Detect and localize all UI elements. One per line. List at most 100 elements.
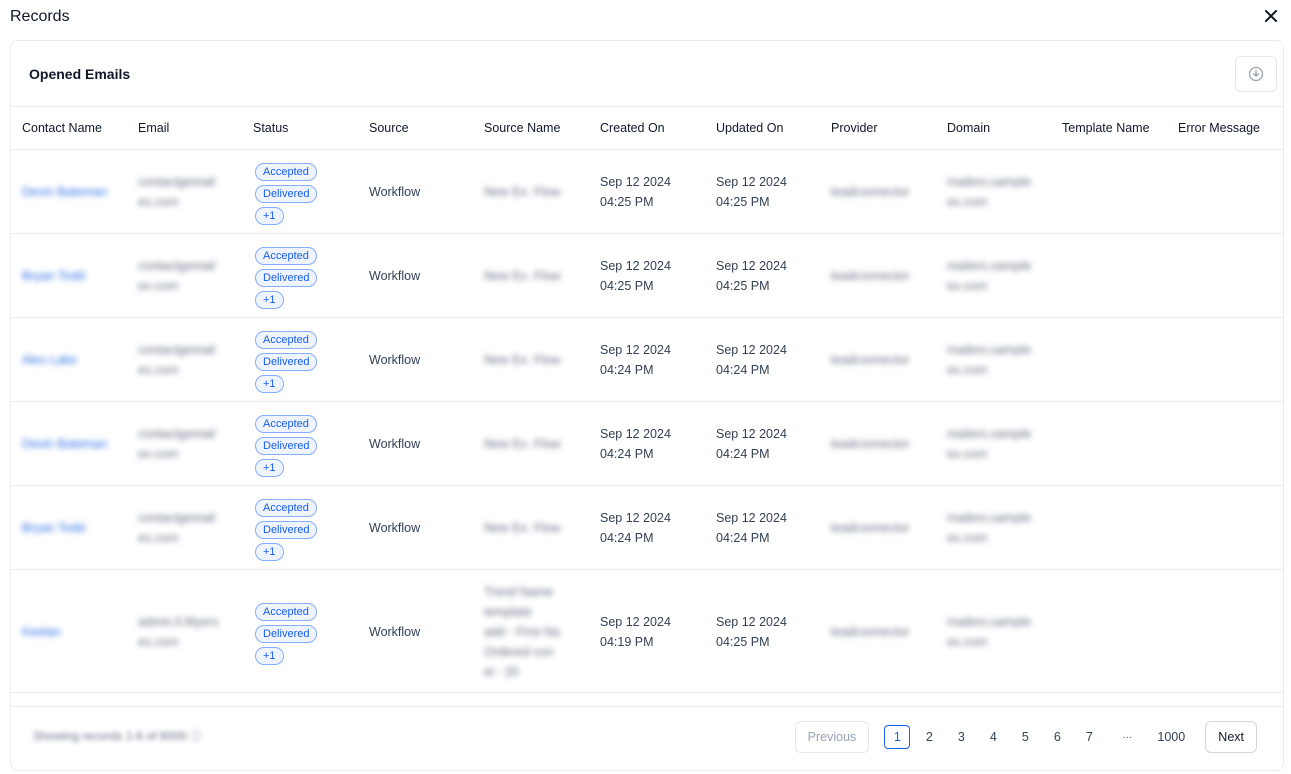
close-button[interactable] [1261, 6, 1281, 26]
source-cell-line: Workflow [369, 521, 421, 535]
download-button[interactable] [1235, 56, 1277, 92]
contact-name-link[interactable]: Bryan Todd [22, 518, 85, 538]
domain-cell-line: ex.com [947, 363, 988, 377]
column-header-source-name[interactable]: Source Name [484, 121, 560, 135]
download-icon [1248, 66, 1264, 82]
card-title: Opened Emails [29, 66, 131, 82]
domain-cell-line: ex.com [947, 195, 988, 209]
domain-cell-line: mailers.sample [947, 175, 1032, 189]
source-name-cell-line: Ordered con [484, 644, 554, 659]
email-cell: contactgemail ex.com [138, 172, 215, 212]
provider-cell-line: leadconnector [831, 624, 910, 639]
created-on-cell-line: 04:19 PM [600, 634, 654, 649]
status-badges: Accepted Delivered +1 [255, 415, 318, 477]
page-1[interactable]: 1 [884, 725, 911, 749]
showing-records-label: Showing records 1-6 of 6000 [33, 729, 187, 743]
status-badges: Accepted Delivered +1 [255, 499, 318, 561]
source-cell: Workflow [369, 622, 420, 642]
page-4[interactable]: 4 [980, 725, 1006, 749]
source-name-cell: New Ex. Flow [484, 266, 560, 286]
column-header-template-name[interactable]: Template Name [1062, 121, 1150, 135]
created-on-cell: Sep 12 2024 04:24 PM [600, 424, 671, 464]
domain-cell: mailers.sample ex.com [947, 612, 1031, 652]
column-header-status[interactable]: Status [253, 121, 288, 135]
table-row: Devin Bateman contactgemail ex.com Accepted… [11, 402, 1283, 486]
column-header-email[interactable]: Email [138, 121, 169, 135]
contact-name-link-line: Devin Bateman [22, 437, 108, 451]
status-badge[interactable]: +1 [255, 543, 284, 561]
page-1000[interactable]: 1000 [1152, 725, 1190, 749]
email-cell-line: contactgemail [138, 511, 216, 525]
info-icon: ⓘ [189, 729, 202, 743]
status-badge[interactable]: +1 [255, 646, 284, 665]
contact-name-link[interactable]: Bryan Todd [22, 266, 85, 286]
table-header: Contact Name Email Status Source Source Name… [11, 107, 1283, 150]
email-cell: contactgemail ex.com [138, 508, 215, 548]
contact-name-link[interactable]: Keelan [22, 622, 61, 642]
email-cell-line: ex.com [138, 279, 179, 293]
source-name-cell: New Ex. Flow [484, 350, 560, 370]
table-row: Devin Bateman contactgemail ex.com Accepted… [11, 150, 1283, 234]
updated-on-cell: Sep 12 2024 04:25 PM [716, 172, 787, 212]
status-badge[interactable]: +1 [255, 459, 284, 477]
next-button[interactable]: Next [1205, 721, 1257, 753]
status-badge: Accepted [255, 499, 317, 517]
status-badge[interactable]: +1 [255, 291, 284, 309]
column-header-domain[interactable]: Domain [947, 121, 990, 135]
page-5[interactable]: 5 [1012, 725, 1038, 749]
domain-cell-line: ex.com [947, 634, 988, 649]
column-header-source[interactable]: Source [369, 121, 409, 135]
updated-on-cell-line: Sep 12 2024 [716, 427, 787, 441]
row-divider [11, 692, 1283, 693]
created-on-cell-line: Sep 12 2024 [600, 343, 671, 357]
contact-name-link[interactable]: Devin Bateman [22, 434, 107, 454]
table-row: Alex Lake contactgemail ex.com Accepted Deli… [11, 318, 1283, 402]
column-header-contact-name[interactable]: Contact Name [22, 121, 102, 135]
previous-button[interactable]: Previous [794, 721, 870, 753]
email-cell-line: ex.com [138, 531, 179, 545]
status-badge: Delivered [255, 521, 318, 539]
source-name-cell-line: New Ex. Flow [484, 521, 561, 535]
status-badge[interactable]: +1 [255, 375, 284, 393]
page-2[interactable]: 2 [916, 725, 942, 749]
domain-cell-line: ex.com [947, 531, 988, 545]
created-on-cell: Sep 12 2024 04:25 PM [600, 172, 671, 212]
source-cell-line: Workflow [369, 185, 421, 199]
source-name-cell: New Ex. Flow [484, 434, 560, 454]
email-cell: contactgemail ex.com [138, 340, 215, 380]
provider-cell-line: leadconnector [831, 437, 910, 451]
email-cell-line: contactgemail [138, 259, 216, 273]
created-on-cell-line: 04:24 PM [600, 531, 654, 545]
page-3[interactable]: 3 [948, 725, 974, 749]
source-name-cell-line: New Ex. Flow [484, 269, 561, 283]
column-header-created-on[interactable]: Created On [600, 121, 665, 135]
updated-on-cell-line: 04:24 PM [716, 531, 770, 545]
contact-name-link-line: Keelan [22, 624, 61, 639]
page-numbers: 1 2 3 4 5 6 7 ··· 1000 [881, 725, 1193, 749]
created-on-cell-line: Sep 12 2024 [600, 511, 671, 525]
updated-on-cell-line: 04:25 PM [716, 195, 770, 209]
updated-on-cell: Sep 12 2024 04:25 PM [716, 612, 787, 652]
updated-on-cell-line: Sep 12 2024 [716, 511, 787, 525]
email-cell-line: contactgemail [138, 343, 216, 357]
provider-cell-line: leadconnector [831, 269, 910, 283]
contact-name-link[interactable]: Devin Bateman [22, 182, 107, 202]
provider-cell: leadconnector [831, 518, 910, 538]
provider-cell-line: leadconnector [831, 353, 910, 367]
page-6[interactable]: 6 [1044, 725, 1070, 749]
domain-cell: mailers.sample ex.com [947, 424, 1031, 464]
status-badge: Delivered [255, 353, 318, 371]
records-card: Opened Emails Contact Name Email Status Sou… [10, 40, 1284, 771]
status-badge: Accepted [255, 415, 317, 433]
contact-name-link[interactable]: Alex Lake [22, 350, 77, 370]
table-row: Bryan Todd contactgemail ex.com Accepted Del… [11, 486, 1283, 570]
column-header-error-message[interactable]: Error Message [1178, 121, 1260, 135]
created-on-cell-line: 04:24 PM [600, 447, 654, 461]
provider-cell-line: leadconnector [831, 521, 910, 535]
status-badge[interactable]: +1 [255, 207, 284, 225]
page-7[interactable]: 7 [1076, 725, 1102, 749]
source-name-cell-line: New Ex. Flow [484, 185, 561, 199]
email-cell-line: contactgemail [138, 427, 216, 441]
column-header-provider[interactable]: Provider [831, 121, 878, 135]
column-header-updated-on[interactable]: Updated On [716, 121, 783, 135]
